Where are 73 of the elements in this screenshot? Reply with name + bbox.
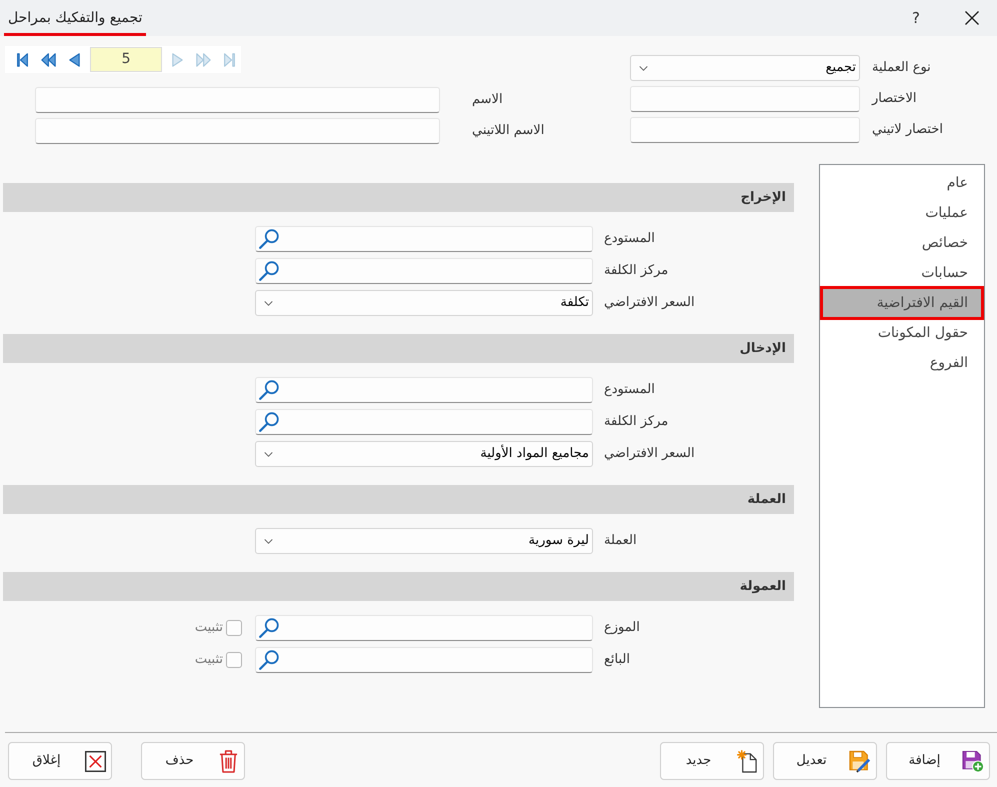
section-header: الإخراج bbox=[3, 183, 794, 212]
search-icon bbox=[259, 412, 279, 432]
search-field[interactable] bbox=[255, 615, 593, 641]
sidebar-item[interactable]: حقول المكونات bbox=[820, 318, 984, 348]
field-label: نوع العملية bbox=[872, 59, 931, 78]
field-label: السعر الافتراضي bbox=[604, 294, 695, 312]
chevron-down-icon bbox=[639, 66, 648, 70]
search-field[interactable] bbox=[255, 258, 593, 284]
text-field[interactable] bbox=[630, 86, 860, 112]
field-label: الاسم اللاتيني bbox=[472, 122, 544, 140]
skip-to-end-icon bbox=[224, 52, 235, 66]
checkbox-label: تثبيت bbox=[194, 619, 223, 638]
sidebar-item[interactable]: حسابات bbox=[820, 258, 984, 288]
skip-to-start-icon bbox=[17, 52, 28, 66]
text-field[interactable] bbox=[630, 117, 860, 143]
sidebar-item[interactable]: القيم الافتراضية bbox=[820, 286, 984, 320]
search-icon bbox=[259, 261, 279, 281]
sidebar-item[interactable]: الفروع bbox=[820, 348, 984, 378]
close-icon bbox=[965, 11, 979, 25]
sidebar-item[interactable]: عام bbox=[820, 168, 984, 198]
search-icon bbox=[259, 650, 279, 670]
cross-box-icon bbox=[84, 750, 106, 772]
delete-button[interactable]: حذف bbox=[141, 742, 245, 780]
search-field[interactable] bbox=[255, 377, 593, 403]
text-field[interactable] bbox=[35, 87, 440, 113]
field-label: البائع bbox=[604, 651, 630, 670]
field-label: المستودع bbox=[604, 381, 655, 400]
field-label: المستودع bbox=[604, 230, 655, 248]
dropdown[interactable]: تكلفة bbox=[255, 290, 593, 316]
chevron-down-icon bbox=[264, 452, 273, 456]
floppy-plus-icon bbox=[962, 750, 984, 772]
checkbox[interactable] bbox=[226, 620, 242, 636]
field-label: العملة bbox=[604, 532, 637, 550]
field-label: الاسم bbox=[472, 91, 503, 110]
chevron-down-icon bbox=[264, 538, 273, 544]
field-label: اختصار لاتيني bbox=[872, 121, 943, 140]
help-button[interactable]: ? bbox=[898, 0, 934, 36]
section-header: الإدخال bbox=[3, 334, 794, 363]
text-field[interactable] bbox=[35, 118, 440, 144]
trash-icon bbox=[218, 750, 238, 772]
checkbox-label: تثبيت bbox=[194, 651, 223, 670]
search-icon bbox=[259, 229, 279, 249]
checkbox[interactable] bbox=[226, 652, 242, 668]
field-label: الاختصار bbox=[872, 90, 916, 108]
field-label: الموزع bbox=[604, 619, 640, 638]
fast-forward-icon bbox=[196, 52, 212, 66]
floppy-pencil-icon bbox=[849, 750, 871, 772]
search-field[interactable] bbox=[255, 647, 593, 673]
new-document-icon bbox=[736, 750, 758, 772]
edit-button[interactable]: تعديل bbox=[773, 742, 877, 780]
search-icon bbox=[259, 380, 279, 400]
add-button[interactable]: إضافة bbox=[886, 742, 990, 780]
rewind-icon bbox=[41, 52, 56, 66]
section-header: العملة bbox=[3, 485, 794, 514]
field-label: السعر الافتراضي bbox=[604, 445, 695, 464]
sidebar-item[interactable]: خصائص bbox=[820, 228, 984, 258]
triangle-right-icon bbox=[172, 52, 184, 66]
section-header: العمولة bbox=[3, 572, 794, 601]
search-field[interactable] bbox=[255, 226, 593, 252]
new-button[interactable]: جديد bbox=[660, 742, 764, 780]
close-button[interactable]: إغلاق bbox=[8, 742, 112, 780]
dropdown[interactable]: مجاميع المواد الأولية bbox=[255, 441, 593, 467]
window-title: تجميع والتفكيك بمراحل bbox=[4, 0, 146, 36]
triangle-left-icon bbox=[68, 52, 80, 66]
chevron-down-icon bbox=[264, 300, 273, 306]
search-icon bbox=[259, 618, 279, 638]
sidebar-item[interactable]: عمليات bbox=[820, 198, 984, 228]
field-label: مركز الكلفة bbox=[604, 262, 668, 280]
search-field[interactable] bbox=[255, 409, 593, 435]
record-number-field[interactable]: 5 bbox=[90, 47, 162, 72]
field-label: مركز الكلفة bbox=[604, 413, 668, 432]
dropdown[interactable]: ليرة سورية bbox=[255, 528, 593, 554]
dropdown[interactable]: تجميع bbox=[630, 55, 860, 81]
